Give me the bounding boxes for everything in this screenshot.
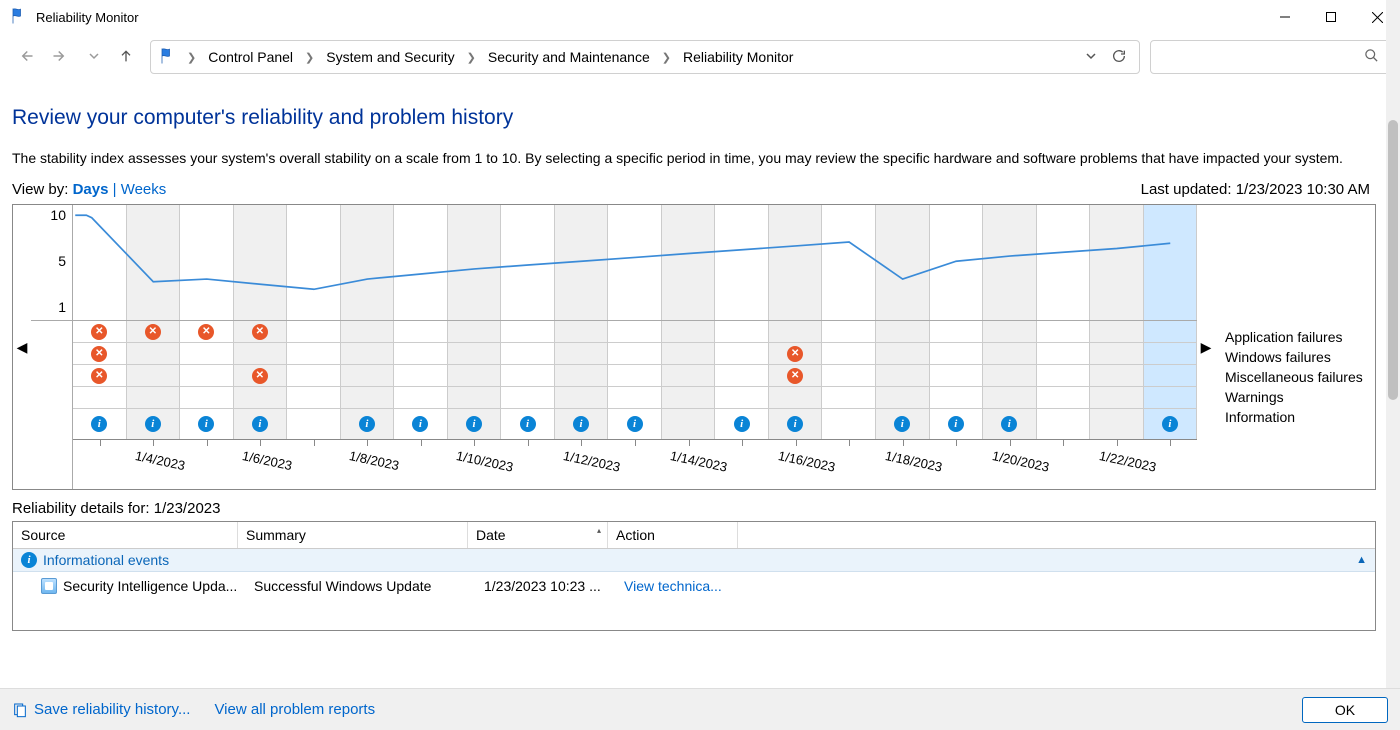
stability-line-area[interactable]	[73, 205, 1197, 321]
table-row[interactable]: Security Intelligence Upda... Successful…	[13, 572, 1375, 600]
yaxis-tick: 10	[50, 207, 66, 223]
breadcrumb-item[interactable]: System and Security	[324, 45, 456, 69]
search-input[interactable]	[1150, 40, 1390, 74]
viewby-days-link[interactable]: Days	[73, 181, 109, 198]
chart-legend: Application failures Windows failures Mi…	[1215, 205, 1375, 489]
col-summary[interactable]: Summary	[238, 522, 468, 548]
info-icon: i	[948, 416, 964, 432]
viewby-weeks-link[interactable]: Weeks	[121, 181, 167, 198]
details-table: Source Summary Date▴ Action i Informatio…	[12, 521, 1376, 631]
error-icon: ✕	[198, 324, 214, 340]
window: Reliability Monitor ❯ Control Panel ❯ Sy…	[0, 0, 1400, 730]
info-icon: i	[520, 416, 536, 432]
info-icon: i	[894, 416, 910, 432]
breadcrumb-item[interactable]: Reliability Monitor	[681, 45, 795, 69]
info-icon: i	[466, 416, 482, 432]
vertical-scrollbar[interactable]	[1386, 0, 1400, 688]
address-bar[interactable]: ❯ Control Panel ❯ System and Security ❯ …	[150, 40, 1140, 74]
page-heading: Review your computer's reliability and p…	[12, 106, 1376, 130]
view-all-reports-link[interactable]: View all problem reports	[214, 701, 375, 718]
info-icon: i	[21, 552, 37, 568]
flag-icon	[159, 47, 177, 68]
breadcrumb-item[interactable]: Control Panel	[206, 45, 295, 69]
col-date[interactable]: Date▴	[468, 522, 608, 548]
error-icon: ✕	[787, 346, 803, 362]
last-updated-value: 1/23/2023 10:30 AM	[1236, 181, 1370, 198]
update-icon	[41, 578, 57, 594]
forward-button[interactable]	[52, 47, 70, 68]
maximize-button[interactable]	[1308, 0, 1354, 34]
viewby-label: View by:	[12, 181, 68, 198]
chart-xaxis: 1/4/20231/6/20231/8/20231/10/20231/12/20…	[73, 439, 1197, 489]
back-button[interactable]	[16, 47, 34, 68]
info-icon: i	[145, 416, 161, 432]
last-updated-label: Last updated:	[1141, 181, 1232, 198]
view-details-link[interactable]: View technica...	[624, 578, 722, 594]
legend-row: Information	[1225, 409, 1375, 425]
yaxis-tick: 5	[58, 253, 66, 269]
error-icon: ✕	[252, 324, 268, 340]
footer-bar: Save reliability history... View all pro…	[0, 688, 1400, 730]
info-icon: i	[198, 416, 214, 432]
ok-button[interactable]: OK	[1302, 697, 1388, 723]
legend-row: Application failures	[1225, 329, 1375, 345]
table-group-header[interactable]: i Informational events ▲	[13, 549, 1375, 572]
recent-dropdown-icon[interactable]	[88, 49, 100, 65]
error-icon: ✕	[91, 346, 107, 362]
table-header: Source Summary Date▴ Action	[13, 522, 1375, 549]
refresh-icon[interactable]	[1107, 44, 1131, 71]
info-icon: i	[91, 416, 107, 432]
view-options-row: View by: Days | Weeks Last updated: 1/23…	[12, 181, 1376, 198]
save-history-link[interactable]: Save reliability history...	[12, 701, 190, 718]
titlebar: Reliability Monitor	[0, 0, 1400, 34]
info-icon: i	[787, 416, 803, 432]
page-description: The stability index assesses your system…	[12, 148, 1376, 169]
event-grid[interactable]: ✕ ✕ ✕ ✕ ✕ ✕ ✕ ✕ ✕ i i i i i i i i i i i i i i i i	[73, 321, 1197, 439]
window-title: Reliability Monitor	[36, 10, 1262, 25]
chevron-right-icon[interactable]: ❯	[301, 51, 318, 64]
info-icon: i	[252, 416, 268, 432]
details-label: Reliability details for: 1/23/2023	[12, 500, 1376, 517]
chevron-down-icon[interactable]	[1081, 45, 1101, 69]
content-area: Review your computer's reliability and p…	[0, 84, 1400, 688]
info-icon: i	[1001, 416, 1017, 432]
info-icon: i	[627, 416, 643, 432]
scrollbar-thumb[interactable]	[1388, 120, 1398, 400]
chart-scroll-right[interactable]: ▶	[1197, 212, 1215, 482]
info-icon: i	[412, 416, 428, 432]
info-icon: i	[1162, 416, 1178, 432]
error-icon: ✕	[91, 324, 107, 340]
error-icon: ✕	[787, 368, 803, 384]
chart-yaxis: 10 5 1	[31, 205, 73, 489]
legend-row: Warnings	[1225, 389, 1375, 405]
chevron-right-icon[interactable]: ❯	[463, 51, 480, 64]
info-icon: i	[359, 416, 375, 432]
chevron-right-icon[interactable]: ❯	[658, 51, 675, 64]
error-icon: ✕	[145, 324, 161, 340]
legend-row: Windows failures	[1225, 349, 1375, 365]
error-icon: ✕	[252, 368, 268, 384]
sort-indicator-icon: ▴	[597, 526, 601, 535]
collapse-icon[interactable]: ▲	[1356, 554, 1367, 566]
col-action[interactable]: Action	[608, 522, 738, 548]
chart-scroll-left[interactable]: ◀	[13, 212, 31, 482]
up-button[interactable]	[118, 48, 134, 67]
chevron-right-icon[interactable]: ❯	[183, 51, 200, 64]
info-icon: i	[573, 416, 589, 432]
yaxis-tick: 1	[58, 299, 66, 315]
breadcrumb-item[interactable]: Security and Maintenance	[486, 45, 652, 69]
info-icon: i	[734, 416, 750, 432]
flag-icon	[10, 7, 28, 28]
reliability-chart: ◀ 10 5 1 ✕ ✕ ✕ ✕ ✕ ✕ ✕ ✕ ✕ i i i i i i i i i i i i i i i i 1/4/2…	[12, 204, 1376, 490]
col-source[interactable]: Source	[13, 522, 238, 548]
legend-row: Miscellaneous failures	[1225, 369, 1375, 385]
nav-row: ❯ Control Panel ❯ System and Security ❯ …	[0, 34, 1400, 84]
minimize-button[interactable]	[1262, 0, 1308, 34]
search-icon	[1364, 48, 1379, 66]
error-icon: ✕	[91, 368, 107, 384]
